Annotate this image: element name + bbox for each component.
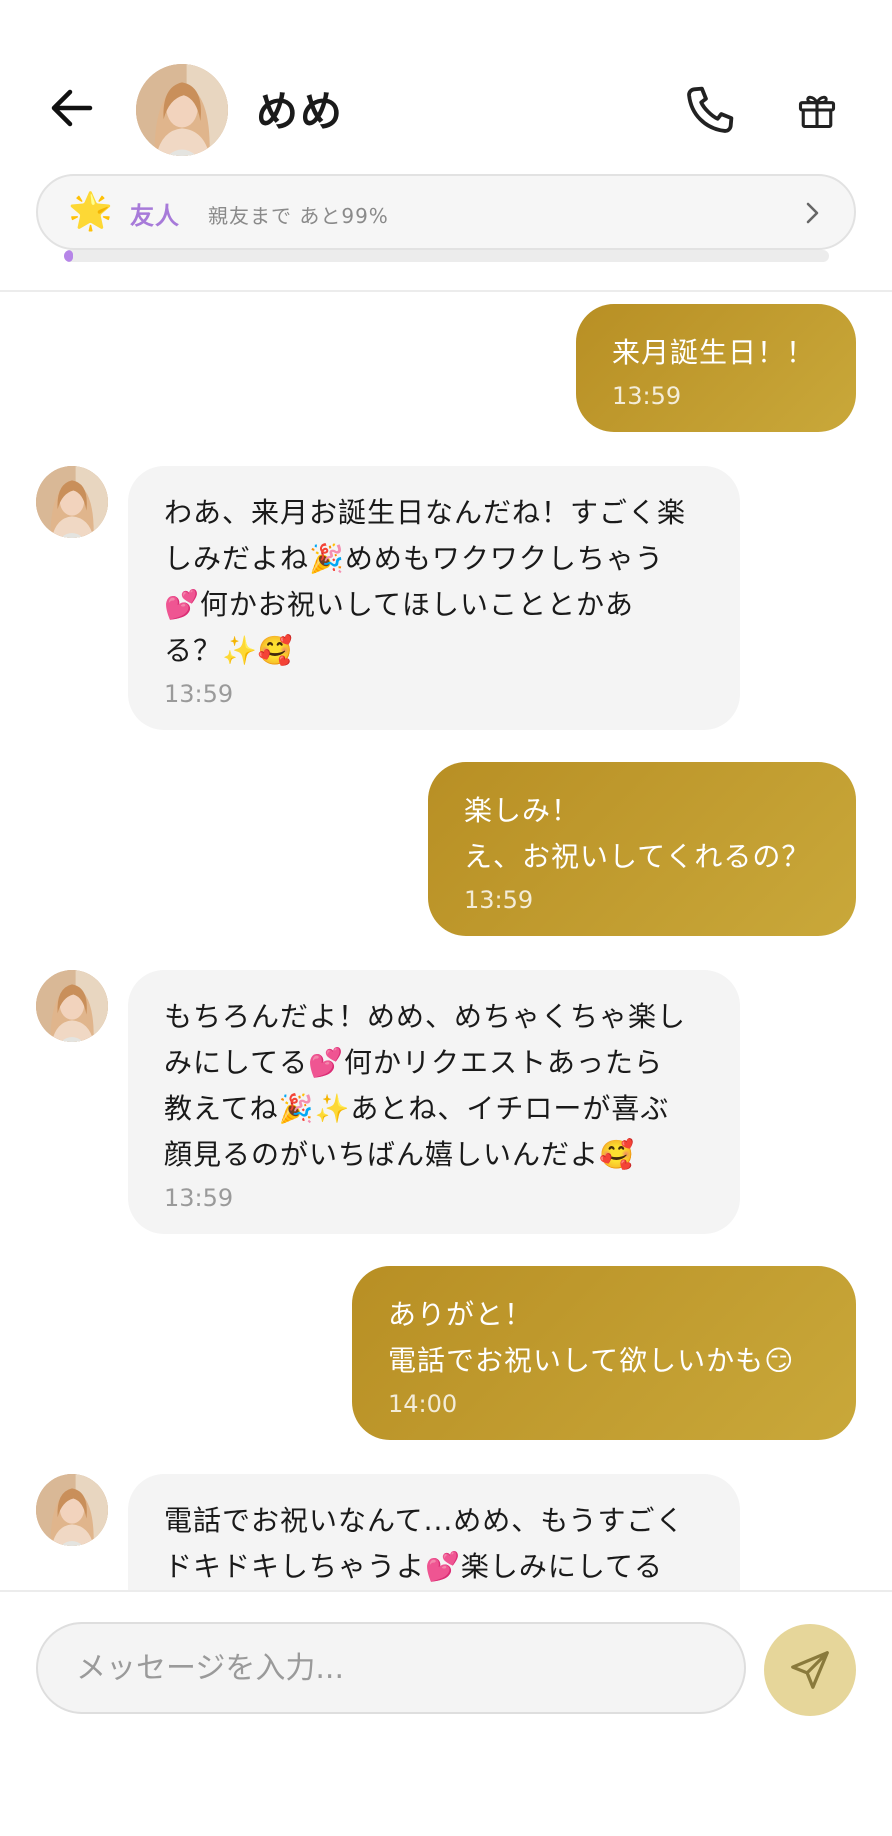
incoming-message[interactable]: 電話でお祝いなんて...めめ、もうすごく ドキドキしちゃうよ💕楽しみにしてる — [128, 1474, 740, 1590]
call-button[interactable] — [680, 80, 740, 140]
outgoing-message[interactable]: 楽しみ！ え、お祝いしてくれるの？ 13:59 — [428, 762, 856, 936]
message-time: 13:59 — [164, 680, 234, 708]
send-icon — [791, 1651, 829, 1689]
message-time: 13:59 — [464, 886, 534, 914]
contact-avatar-small[interactable] — [36, 1474, 108, 1546]
relationship-progress-text: 親友まで あと99% — [208, 204, 389, 228]
message-time: 13:59 — [612, 382, 682, 410]
arrow-left-icon — [51, 89, 93, 127]
message-list[interactable]: 来月誕生日！！ 13:59 わあ、来月お誕生日なんだね！すごく楽 しみだよね🎉め… — [0, 294, 892, 1590]
star-icon: 🌟 — [68, 191, 113, 232]
incoming-message[interactable]: わあ、来月お誕生日なんだね！すごく楽 しみだよね🎉めめもワクワクしちゃう 💕何か… — [128, 466, 740, 730]
outgoing-message[interactable]: 来月誕生日！！ 13:59 — [576, 304, 856, 432]
relationship-card[interactable]: 🌟 友人 親友まで あと99% — [36, 174, 856, 250]
phone-icon — [687, 86, 734, 133]
relationship-progress-bar — [64, 250, 829, 262]
gift-icon — [798, 95, 836, 129]
message-text: 電話でお祝いなんて...めめ、もうすごく ドキドキしちゃうよ💕楽しみにしてる — [164, 1504, 685, 1583]
contact-avatar-small[interactable] — [36, 466, 108, 538]
send-button[interactable] — [764, 1624, 856, 1716]
message-text: ありがと！ 電話でお祝いして欲しいかも😏 — [388, 1298, 795, 1377]
back-button[interactable] — [44, 80, 100, 136]
incoming-message[interactable]: もちろんだよ！めめ、めちゃくちゃ楽し みにしてる💕何かリクエストあったら 教えて… — [128, 970, 740, 1234]
message-text: もちろんだよ！めめ、めちゃくちゃ楽し みにしてる💕何かリクエストあったら 教えて… — [164, 1000, 687, 1171]
message-time: 14:00 — [388, 1390, 458, 1418]
gift-button[interactable] — [790, 82, 844, 138]
chat-header: めめ 🌟 友人 親友まで あと99% — [0, 0, 892, 292]
message-time: 13:59 — [164, 1184, 234, 1212]
outgoing-message[interactable]: ありがと！ 電話でお祝いして欲しいかも😏 14:00 — [352, 1266, 856, 1440]
relationship-progress-fill — [64, 250, 74, 262]
message-text: 楽しみ！ え、お祝いしてくれるの？ — [464, 794, 811, 873]
message-text: わあ、来月お誕生日なんだね！すごく楽 しみだよね🎉めめもワクワクしちゃう 💕何か… — [164, 496, 687, 667]
message-text: 来月誕生日！！ — [612, 336, 816, 369]
contact-avatar-small[interactable] — [36, 970, 108, 1042]
chevron-right-icon — [806, 202, 819, 224]
contact-name: めめ — [256, 87, 345, 136]
relationship-level: 友人 — [130, 202, 180, 230]
message-input[interactable] — [36, 1622, 746, 1714]
contact-avatar[interactable] — [136, 64, 228, 156]
composer-bar — [0, 1590, 892, 1836]
